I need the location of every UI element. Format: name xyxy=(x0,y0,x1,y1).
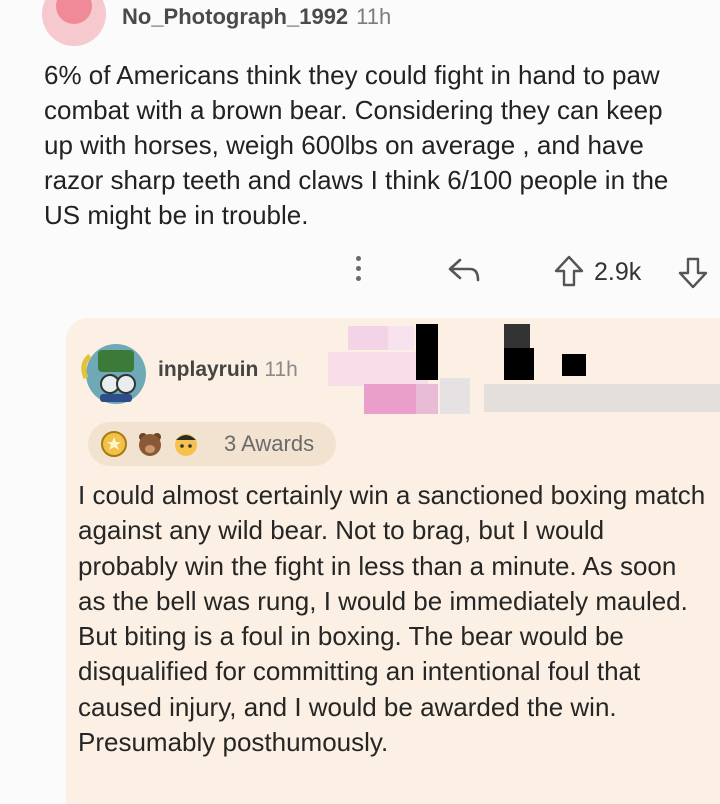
reply-comment: inplayruin 11h 3 Awards I could almost c… xyxy=(66,318,720,804)
face-award-icon xyxy=(175,434,197,456)
op-time: 11h xyxy=(356,4,392,29)
op-meta: No_Photograph_1992 11h xyxy=(122,4,391,30)
reply-time: 11h xyxy=(264,358,298,381)
awards-pill[interactable]: 3 Awards xyxy=(88,422,336,466)
awards-count: 3 Awards xyxy=(224,431,315,456)
reply-avatar[interactable] xyxy=(76,334,156,414)
censored-flair xyxy=(328,318,720,422)
vote-score: 2.9k xyxy=(594,258,642,286)
bear-award-icon xyxy=(139,433,161,456)
op-body: 6% of Americans think they could fight i… xyxy=(44,60,669,230)
gold-medal-award-icon xyxy=(101,431,127,457)
reply-meta: inplayruin 11h xyxy=(158,358,298,382)
action-bar: 2.9k xyxy=(0,248,720,298)
op-username[interactable]: No_Photograph_1992 xyxy=(122,4,348,29)
reply-body: I could almost certainly win a sanctione… xyxy=(78,480,706,758)
downvote-icon[interactable] xyxy=(676,256,710,290)
reply-username[interactable]: inplayruin xyxy=(158,358,258,381)
reply-icon[interactable] xyxy=(444,254,484,288)
op-avatar[interactable] xyxy=(42,0,106,46)
upvote-icon[interactable] xyxy=(552,254,586,288)
more-options-icon[interactable] xyxy=(356,256,361,286)
